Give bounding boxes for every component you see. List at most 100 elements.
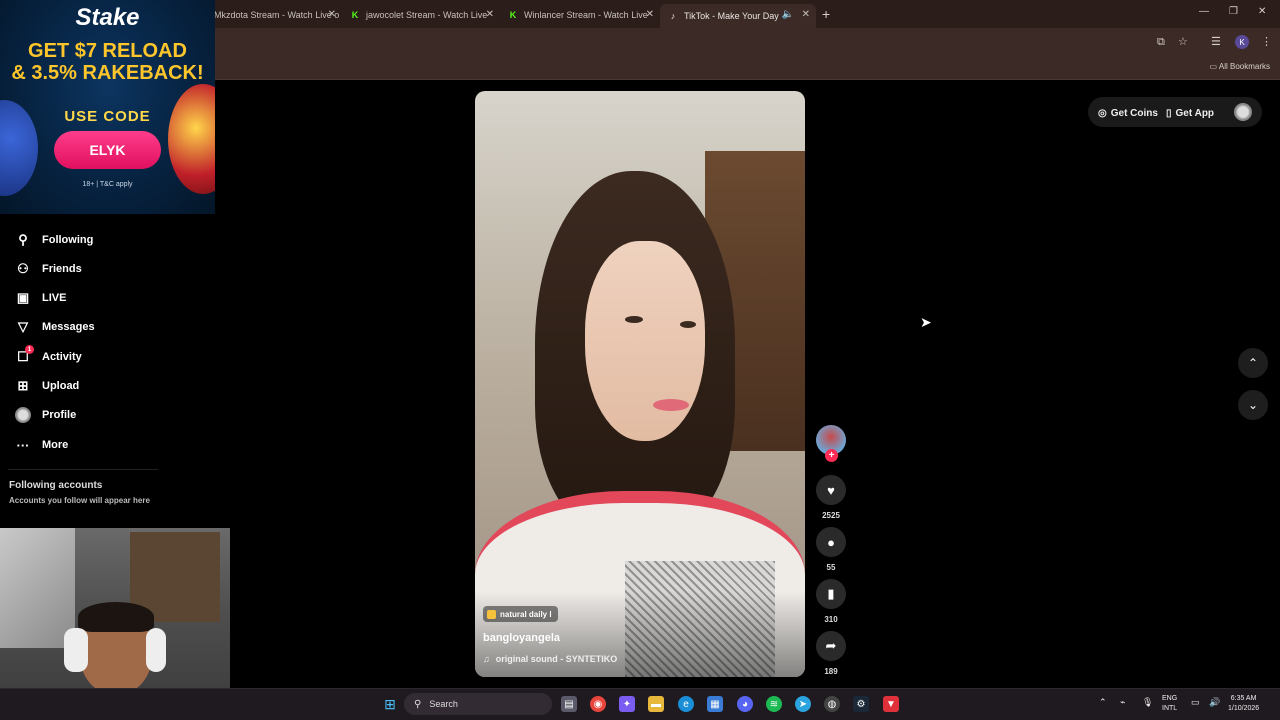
network-icon[interactable]: ⌁	[1120, 697, 1125, 707]
taskbar-search[interactable]: ⚲ Search	[404, 693, 552, 715]
sidebar-item-label: Messages	[42, 321, 95, 333]
ad-headline-1: GET $7 RELOAD	[28, 40, 187, 62]
sidebar-item-profile[interactable]: Profile	[14, 406, 76, 424]
windows-start-icon[interactable]: ⊞	[382, 696, 398, 712]
sidebar-item-upload[interactable]: ⊞ Upload	[14, 377, 80, 395]
get-app-button[interactable]: ▯ Get App	[1166, 102, 1214, 124]
comment-button[interactable]: ●	[816, 527, 846, 557]
clock-date: 1/10/2026	[1228, 705, 1260, 712]
tray-chevron-icon[interactable]: ⌃	[1099, 697, 1107, 707]
clock-time: 6:35 AM	[1230, 695, 1257, 702]
sidebar-item-messages[interactable]: ▽ Messages	[14, 318, 95, 336]
sidebar-item-activity[interactable]: ☐ 1 Activity	[14, 345, 82, 366]
activity-badge: 1	[25, 345, 34, 354]
obs-icon[interactable]: ◍	[824, 696, 840, 712]
file-explorer-icon[interactable]: ▬	[648, 696, 664, 712]
browser-profile-avatar[interactable]: K	[1235, 35, 1249, 49]
get-coins-label: Get Coins	[1110, 107, 1158, 119]
close-icon[interactable]: ✕	[328, 9, 336, 20]
volume-icon[interactable]: 🔊	[1209, 697, 1220, 707]
stake-ad[interactable]: Stake GET $7 RELOAD & 3.5% RAKEBACK! USE…	[0, 0, 215, 214]
store-icon[interactable]: ▦	[707, 696, 723, 712]
install-app-icon[interactable]: ⧉	[1157, 36, 1165, 49]
close-icon[interactable]: ✕	[802, 9, 810, 20]
speaker-icon[interactable]: 🔈	[782, 9, 794, 20]
comment-icon: ●	[827, 534, 835, 550]
sidebar-item-label: More	[42, 439, 69, 451]
kick-icon: K	[351, 10, 359, 20]
close-icon[interactable]: ✕	[646, 9, 654, 20]
sidebar-item-friends[interactable]: ⚇ Friends	[14, 260, 82, 278]
person-icon: ⚲	[18, 232, 28, 247]
video-subject-face	[585, 241, 705, 441]
tab-jawocolet[interactable]: K jawocolet Stream - Watch Live ✕	[342, 4, 500, 26]
mouse-cursor-icon: ➤	[920, 314, 932, 330]
close-icon[interactable]: ✕	[486, 9, 494, 20]
headphone-left	[64, 628, 88, 672]
sidebar-divider	[8, 469, 158, 470]
minimize-button[interactable]: —	[1199, 6, 1209, 17]
star-icon[interactable]: ☆	[1178, 35, 1188, 48]
video-player[interactable]: natural daily l bangloyangela ♫ original…	[475, 91, 805, 677]
live-icon: ▣	[16, 290, 30, 305]
like-button[interactable]: ♥	[816, 475, 846, 505]
video-tag[interactable]: natural daily l	[483, 606, 558, 622]
close-window-button[interactable]: ✕	[1258, 6, 1266, 17]
ad-use-code: USE CODE	[64, 108, 151, 125]
microphone-icon[interactable]: 🎙	[1142, 697, 1153, 707]
sidebar-item-more[interactable]: ··· More	[14, 436, 69, 454]
profile-avatar[interactable]	[1234, 103, 1252, 121]
chevron-up-icon: ⌃	[1247, 356, 1259, 370]
app-icon[interactable]: ▼	[883, 696, 899, 712]
tab-mkzdota[interactable]: Mkzdota Stream - Watch Live o ✕	[206, 4, 342, 26]
chrome-icon[interactable]: ◉	[590, 696, 606, 712]
ad-headline-2: & 3.5% RAKEBACK!	[11, 62, 204, 84]
sidebar-item-following[interactable]: ⚲ Following	[14, 231, 93, 249]
avatar	[14, 406, 32, 424]
chevron-down-icon: ⌄	[1247, 398, 1259, 412]
language-indicator[interactable]: ENG INTL	[1162, 694, 1177, 714]
follow-plus-icon[interactable]: +	[825, 449, 838, 462]
sidebar-item-label: Profile	[42, 409, 77, 421]
previous-video-button[interactable]: ⌃	[1238, 348, 1268, 378]
media-icon[interactable]: ☰	[1211, 35, 1221, 48]
tab-title: Mkzdota Stream - Watch Live o	[214, 10, 340, 20]
video-author[interactable]: bangloyangela	[483, 632, 560, 644]
more-icon: ···	[16, 437, 30, 453]
get-coins-button[interactable]: ◎ Get Coins	[1098, 102, 1158, 124]
following-accounts-subtitle: Accounts you follow will appear here	[9, 496, 150, 505]
save-button[interactable]: ▮	[816, 579, 846, 609]
task-view-icon[interactable]: ▤	[561, 696, 577, 712]
sidebar-item-label: Friends	[42, 263, 82, 275]
discord-icon[interactable]: ◕	[737, 696, 753, 712]
ad-wheel-graphic	[168, 84, 215, 194]
restore-button[interactable]: ❐	[1229, 6, 1238, 17]
sidebar-item-label: LIVE	[42, 292, 67, 304]
coin-icon: ◎	[1098, 107, 1107, 119]
webcam-person-hair	[78, 602, 154, 632]
menu-icon[interactable]: ⋮	[1261, 35, 1272, 48]
tab-tiktok[interactable]: ♪ TikTok - Make Your Day 🔈 ✕	[660, 4, 816, 28]
keyboard-layout: INTL	[1162, 705, 1178, 712]
display-icon[interactable]: ▭	[1191, 697, 1200, 707]
phone-icon: ▯	[1166, 107, 1172, 119]
edge-icon[interactable]: e	[678, 696, 694, 712]
all-bookmarks-label: All Bookmarks	[1218, 62, 1270, 71]
new-tab-button[interactable]: +	[822, 6, 830, 22]
search-icon: ⚲	[414, 698, 422, 710]
ad-code-button[interactable]: ELYK	[54, 131, 161, 169]
video-sound[interactable]: ♫ original sound - SYNTETIKO	[483, 654, 617, 664]
steam-icon[interactable]: ⚙	[853, 696, 869, 712]
webcam-poster	[0, 528, 75, 648]
activity-icon: ☐ 1	[14, 345, 34, 366]
spotify-icon[interactable]: ≋	[766, 696, 782, 712]
all-bookmarks[interactable]: ▭ All Bookmarks	[1210, 62, 1270, 71]
next-video-button[interactable]: ⌄	[1238, 390, 1268, 420]
comment-count: 55	[826, 563, 836, 572]
share-button[interactable]: ➦	[816, 631, 846, 661]
tab-winlancer[interactable]: K Winlancer Stream - Watch Live ✕	[500, 4, 660, 26]
copilot-icon[interactable]: ✦	[619, 696, 635, 712]
telegram-icon[interactable]: ➤	[795, 696, 811, 712]
clock[interactable]: 6:35 AM 1/10/2026	[1228, 694, 1259, 714]
sidebar-item-live[interactable]: ▣ LIVE	[14, 289, 67, 307]
